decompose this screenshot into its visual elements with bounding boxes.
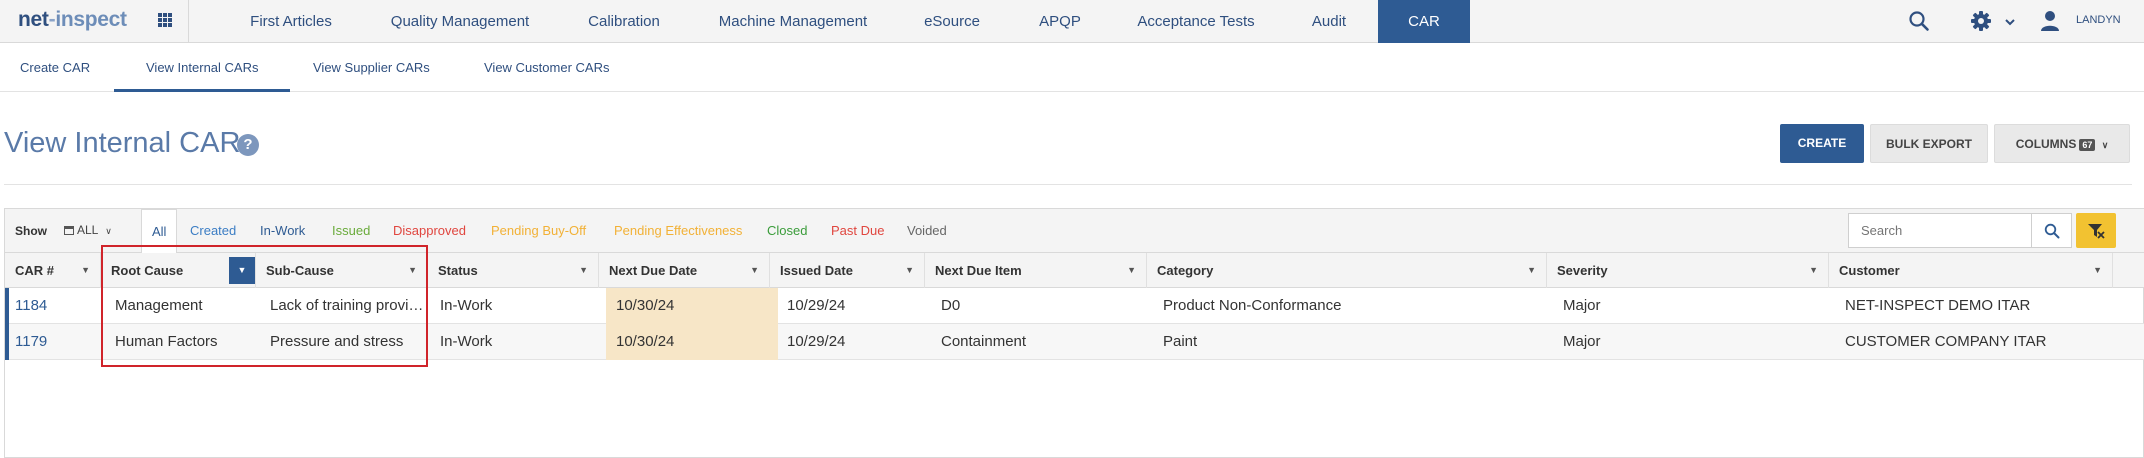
cell-customer: CUSTOMER COMPANY ITAR — [1845, 333, 2047, 350]
column-header-severity[interactable]: Severity ▼ — [1547, 253, 1829, 288]
cell-category: Paint — [1163, 333, 1198, 350]
calendar-icon — [64, 226, 74, 236]
net-inspect-logo[interactable]: net-inspect — [18, 8, 127, 32]
cell-issued-date: 10/29/24 — [787, 297, 846, 314]
clear-filter-icon — [2087, 222, 2105, 245]
cell-next-due-item: D0 — [941, 297, 961, 314]
filter-tab-closed[interactable]: Closed — [767, 209, 807, 253]
nav-item-apqp[interactable]: APQP — [1020, 0, 1100, 43]
bulk-export-button[interactable]: BULK EXPORT — [1870, 124, 1988, 163]
search-icon — [2044, 223, 2060, 244]
column-header-status[interactable]: Status ▼ — [428, 253, 599, 288]
column-menu-icon[interactable]: ▼ — [1127, 253, 1136, 288]
column-header-label: Next Due Item — [935, 263, 1022, 278]
subnav-view-internal-cars[interactable]: View Internal CARs — [114, 43, 291, 92]
logo-text-inspect: inspect — [55, 8, 127, 31]
nav-item-esource[interactable]: eSource — [904, 0, 1000, 43]
cell-customer: NET-INSPECT DEMO ITAR — [1845, 297, 2031, 314]
user-name[interactable]: LANDYN — [2076, 14, 2121, 26]
header-divider — [4, 184, 2132, 185]
columns-button-label: COLUMNS — [2015, 137, 2077, 151]
column-header-issued-date[interactable]: Issued Date ▼ — [770, 253, 925, 288]
cell-issued-date: 10/29/24 — [787, 333, 846, 350]
help-icon[interactable]: ? — [237, 134, 259, 156]
sub-navigation-bar: Create CAR View Internal CARs View Suppl… — [0, 43, 2144, 92]
column-header-next-due-item[interactable]: Next Due Item ▼ — [925, 253, 1147, 288]
subnav-view-supplier-cars[interactable]: View Supplier CARs — [313, 43, 430, 92]
show-select[interactable]: ALL ∨ — [64, 223, 112, 237]
filter-tab-pending-effectiveness[interactable]: Pending Effectiveness — [614, 209, 742, 253]
filter-tab-voided[interactable]: Voided — [907, 209, 947, 253]
car-number-link[interactable]: 1179 — [5, 324, 101, 360]
nav-item-calibration[interactable]: Calibration — [566, 0, 682, 43]
chevron-down-icon: ∨ — [2101, 140, 2109, 150]
column-menu-icon[interactable]: ▼ — [81, 253, 90, 288]
column-header-category[interactable]: Category ▼ — [1147, 253, 1547, 288]
column-menu-icon[interactable]: ▼ — [579, 253, 588, 288]
column-header-label: Severity — [1557, 263, 1608, 278]
column-header-label: Category — [1157, 263, 1214, 278]
column-header-next-due-date[interactable]: Next Due Date ▼ — [599, 253, 770, 288]
nav-item-car[interactable]: CAR — [1378, 0, 1470, 43]
cell-next-due-date: 10/30/24 — [606, 324, 778, 360]
filter-tab-pending-buy-off[interactable]: Pending Buy-Off — [491, 209, 586, 253]
show-select-value: ALL — [77, 223, 98, 237]
cell-category: Product Non-Conformance — [1163, 297, 1342, 314]
nav-item-first-articles[interactable]: First Articles — [224, 0, 358, 43]
column-menu-icon[interactable]: ▼ — [750, 253, 759, 288]
column-header-label: Issued Date — [780, 263, 853, 278]
cell-status: In-Work — [440, 333, 493, 350]
column-menu-icon[interactable]: ▼ — [1809, 253, 1818, 288]
cell-next-due-date: 10/30/24 — [606, 288, 778, 324]
nav-item-audit[interactable]: Audit — [1290, 0, 1368, 43]
column-header-label: CAR # — [15, 263, 55, 278]
search-icon[interactable] — [1908, 10, 1930, 37]
subnav-create-car[interactable]: Create CAR — [20, 43, 90, 92]
search-button[interactable] — [2032, 213, 2072, 248]
filter-tab-past-due[interactable]: Past Due — [831, 209, 884, 253]
column-menu-icon[interactable]: ▼ — [1527, 253, 1536, 288]
nav-item-acceptance-tests[interactable]: Acceptance Tests — [1116, 0, 1276, 43]
nav-item-quality-management[interactable]: Quality Management — [370, 0, 550, 43]
cell-next-due-item: Containment — [941, 333, 1027, 350]
show-label: Show — [15, 224, 47, 238]
columns-count-badge: 67 — [2079, 138, 2096, 151]
gear-icon[interactable] — [1970, 10, 1992, 37]
column-header-label: Customer — [1839, 263, 1900, 278]
chevron-down-icon: ∨ — [105, 226, 112, 236]
car-number-link[interactable]: 1184 — [5, 288, 101, 324]
column-menu-icon[interactable]: ▼ — [905, 253, 914, 288]
nav-divider — [188, 0, 189, 43]
root-cause-highlight-box — [101, 245, 428, 367]
chevron-down-icon[interactable] — [2004, 14, 2016, 32]
page-title: View Internal CARs — [4, 127, 255, 159]
cell-status: In-Work — [440, 297, 493, 314]
column-header-label: Status — [438, 263, 478, 278]
search-input[interactable] — [1848, 213, 2032, 248]
column-menu-icon[interactable]: ▼ — [2093, 253, 2102, 288]
subnav-view-customer-cars[interactable]: View Customer CARs — [484, 43, 609, 92]
cell-severity: Major — [1563, 333, 1601, 350]
logo-text-net: net — [18, 8, 49, 31]
column-header-car-number[interactable]: CAR # ▼ — [5, 253, 101, 288]
cell-severity: Major — [1563, 297, 1601, 314]
create-button[interactable]: CREATE — [1780, 124, 1864, 163]
column-header-customer[interactable]: Customer ▼ — [1829, 253, 2113, 288]
filter-tab-label: All — [152, 224, 167, 239]
column-header-more[interactable] — [2113, 253, 2144, 288]
user-icon[interactable] — [2040, 10, 2060, 37]
columns-button[interactable]: COLUMNS 67 ∨ — [1994, 124, 2130, 163]
app-grid-icon[interactable] — [158, 13, 172, 27]
clear-filter-button[interactable] — [2076, 213, 2116, 248]
nav-item-machine-management[interactable]: Machine Management — [704, 0, 882, 43]
column-header-label: Next Due Date — [609, 263, 698, 278]
top-navigation-bar: net-inspect First Articles Quality Manag… — [0, 0, 2144, 43]
